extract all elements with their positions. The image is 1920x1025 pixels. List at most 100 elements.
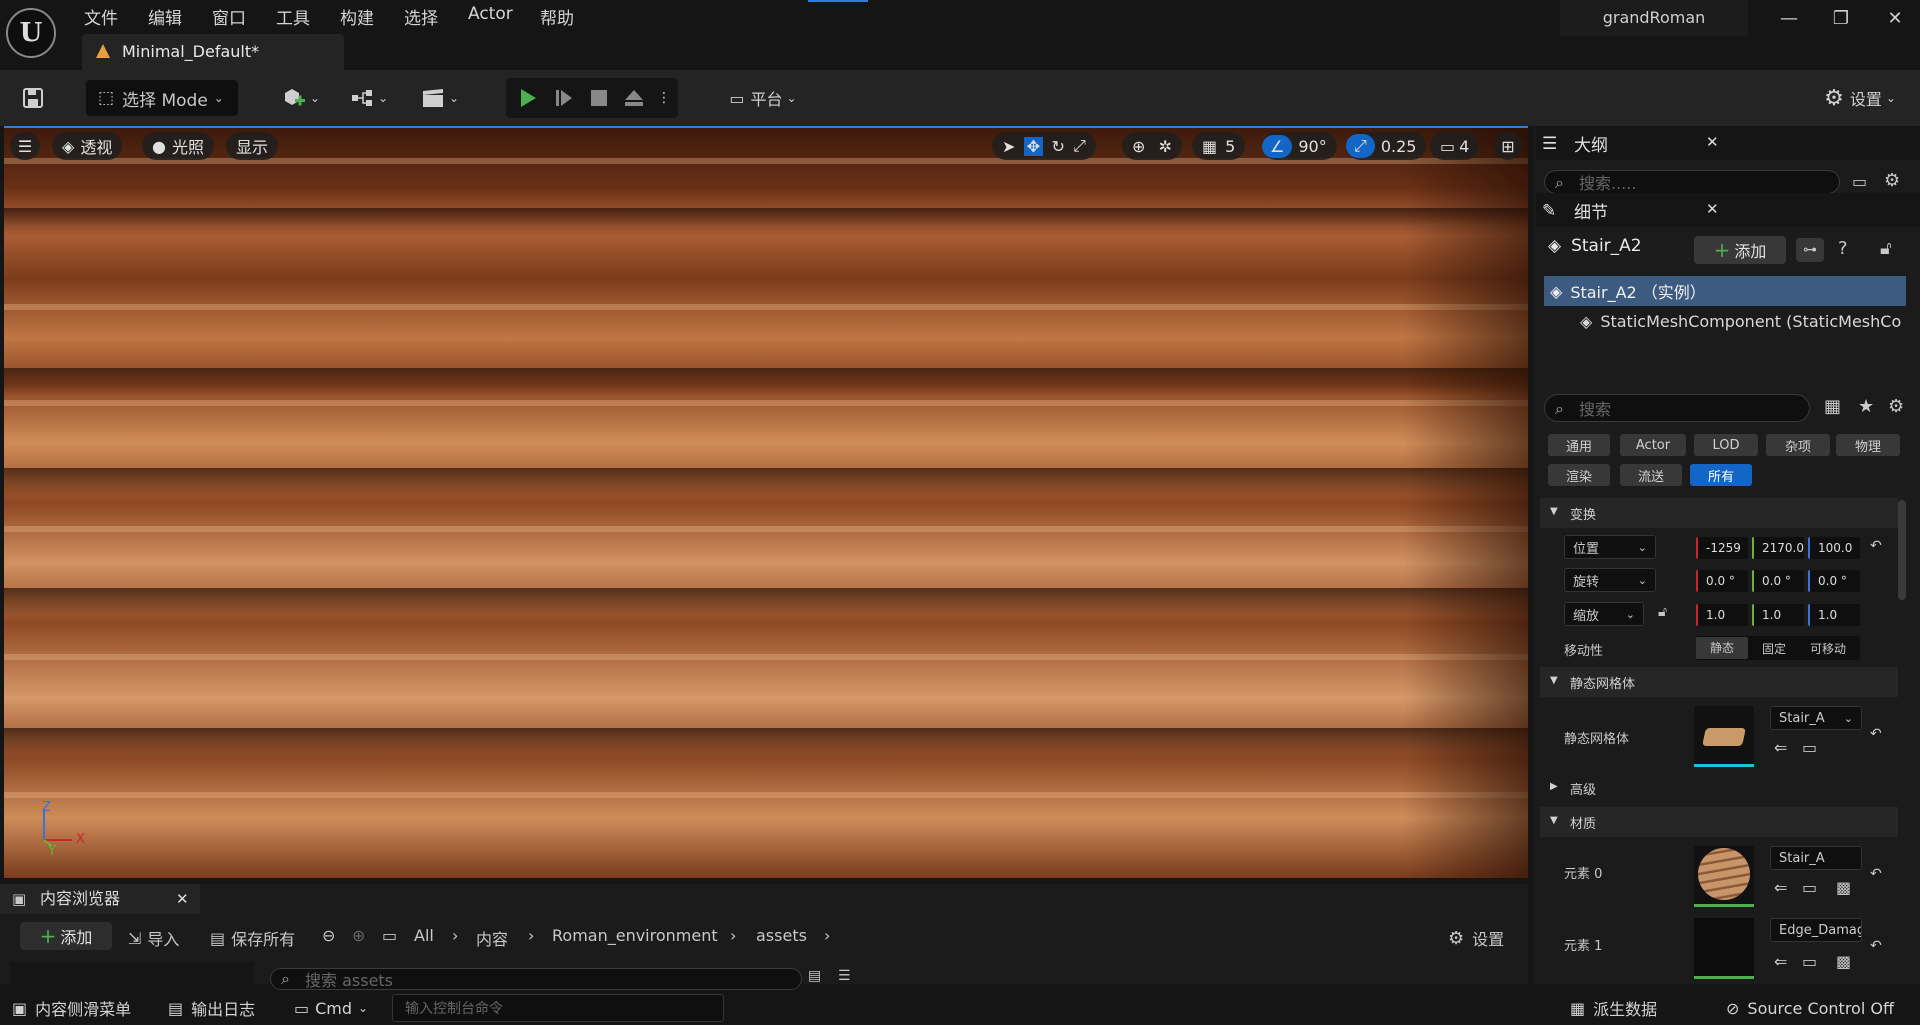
console-input[interactable]: 输入控制台命令 bbox=[392, 994, 724, 1022]
back-icon[interactable]: ⊖ bbox=[322, 926, 335, 945]
menu-help[interactable]: 帮助 bbox=[540, 4, 574, 29]
cb-add-button[interactable]: + 添加 bbox=[20, 922, 112, 950]
location-z-field[interactable]: 100.0 bbox=[1808, 537, 1860, 559]
filter-all[interactable]: 所有 bbox=[1690, 464, 1752, 486]
globe-icon[interactable]: ⊕ bbox=[1132, 137, 1145, 156]
rotate-icon[interactable]: ↻ bbox=[1051, 137, 1064, 156]
eject-icon[interactable] bbox=[620, 80, 648, 116]
breadcrumb-content[interactable]: 内容 bbox=[476, 926, 508, 950]
camera-speed-button[interactable]: ▭ 4 bbox=[1430, 132, 1480, 160]
menu-build[interactable]: 构建 bbox=[340, 4, 374, 29]
browse-icon[interactable]: ▭ bbox=[1802, 738, 1817, 757]
element1-dropdown[interactable]: Edge_Damaged bbox=[1770, 918, 1862, 942]
folder-icon[interactable]: ▭ bbox=[382, 926, 397, 945]
source-control-button[interactable]: ⊘ Source Control Off bbox=[1726, 994, 1894, 1022]
level-viewport[interactable] bbox=[4, 128, 1528, 878]
location-dropdown[interactable]: 位置 ⌄ bbox=[1564, 535, 1656, 559]
close-icon[interactable]: ✕ bbox=[1706, 200, 1719, 218]
content-browser-tab[interactable]: 内容浏览器 bbox=[0, 884, 200, 914]
element0-thumbnail[interactable] bbox=[1694, 846, 1754, 907]
layout-icon[interactable]: ⊞ bbox=[1494, 132, 1522, 160]
perspective-button[interactable]: ◈ 透视 bbox=[52, 132, 123, 160]
reset-icon[interactable]: ↶ bbox=[1870, 866, 1882, 882]
rotation-y-field[interactable]: 0.0 ° bbox=[1752, 570, 1804, 592]
scale-icon[interactable]: ⤢ bbox=[1073, 136, 1086, 156]
advanced-section[interactable]: ▶ 高级 bbox=[1540, 773, 1898, 803]
help-icon[interactable]: ? bbox=[1838, 238, 1848, 259]
settings-button[interactable]: ⚙ 设置 ⌄ bbox=[1812, 80, 1908, 116]
minimize-icon[interactable]: — bbox=[1774, 8, 1804, 29]
mobility-static[interactable]: 静态 bbox=[1696, 637, 1748, 659]
surface-snap-icon[interactable]: ✲ bbox=[1159, 137, 1172, 156]
table-view-icon[interactable]: ▦ bbox=[1824, 396, 1841, 417]
menu-select[interactable]: 选择 bbox=[404, 4, 438, 29]
advance-frame-icon[interactable] bbox=[550, 80, 578, 116]
close-window-icon[interactable]: ✕ bbox=[1880, 8, 1910, 29]
element1-thumbnail[interactable] bbox=[1694, 918, 1754, 979]
scale-snap-button[interactable]: ⤢ 0.25 bbox=[1346, 132, 1427, 160]
cb-settings-button[interactable]: ⚙ 设置 bbox=[1448, 926, 1504, 950]
import-button[interactable]: ⇲ 导入 bbox=[128, 926, 179, 950]
static-mesh-dropdown[interactable]: Stair_A ⌄ bbox=[1770, 706, 1862, 730]
restore-icon[interactable]: ❐ bbox=[1826, 8, 1856, 29]
scale-dropdown[interactable]: 缩放 ⌄ bbox=[1564, 602, 1644, 626]
output-log-button[interactable]: ▤ 输出日志 bbox=[168, 994, 255, 1022]
mobility-stationary[interactable]: 固定 bbox=[1748, 640, 1800, 657]
mobility-movable[interactable]: 可移动 bbox=[1800, 640, 1856, 657]
star-icon[interactable]: ★ bbox=[1858, 396, 1874, 417]
filter-actor[interactable]: Actor bbox=[1620, 434, 1686, 456]
materials-section[interactable]: ▼ 材质 bbox=[1540, 807, 1898, 837]
folder-icon[interactable]: ▭ bbox=[1852, 172, 1867, 191]
component-tree-root[interactable]: ◈ Stair_A2 （实例） bbox=[1544, 276, 1906, 306]
menu-actor[interactable]: Actor bbox=[468, 4, 513, 24]
gear-icon[interactable]: ⚙ bbox=[1884, 170, 1900, 191]
play-options-icon[interactable]: ⋮ bbox=[656, 80, 672, 116]
platform-button[interactable]: ▭ 平台 ⌄ bbox=[718, 80, 808, 116]
lighting-button[interactable]: ● 光照 bbox=[142, 132, 214, 160]
checker-icon[interactable]: ▩ bbox=[1836, 878, 1851, 897]
menu-window[interactable]: 窗口 bbox=[212, 4, 246, 29]
static-mesh-section[interactable]: ▼ 静态网格体 bbox=[1540, 667, 1898, 697]
mode-select[interactable]: ⬚ 选择 Mode ⌄ bbox=[86, 80, 238, 116]
filter-misc[interactable]: 杂项 bbox=[1766, 434, 1830, 456]
details-search-input[interactable]: ⌕ 搜索 bbox=[1544, 394, 1810, 422]
lock-icon[interactable]: 🔓︎ bbox=[1658, 604, 1667, 620]
level-tab[interactable]: Minimal_Default* bbox=[82, 34, 344, 70]
close-icon[interactable]: ✕ bbox=[176, 890, 189, 908]
use-selected-icon[interactable]: ⇐ bbox=[1774, 878, 1787, 897]
add-actor-button[interactable]: ⌄ bbox=[276, 80, 326, 116]
use-selected-icon[interactable]: ⇐ bbox=[1774, 952, 1787, 971]
rotation-x-field[interactable]: 0.0 ° bbox=[1696, 570, 1748, 592]
save-search-icon[interactable]: ▤ bbox=[808, 968, 821, 984]
sources-panel[interactable] bbox=[10, 962, 254, 984]
blueprint-icon[interactable]: ⊶ bbox=[1796, 238, 1824, 262]
unreal-logo-icon[interactable]: U bbox=[6, 8, 56, 58]
viewport-menu-icon[interactable]: ☰ bbox=[10, 132, 40, 160]
browse-icon[interactable]: ▭ bbox=[1802, 952, 1817, 971]
component-tree-child[interactable]: ◈ StaticMeshComponent (StaticMeshCo bbox=[1580, 306, 1906, 336]
stop-icon[interactable] bbox=[586, 80, 612, 116]
filter-rendering[interactable]: 渲染 bbox=[1548, 464, 1610, 486]
save-icon[interactable] bbox=[16, 80, 50, 116]
rotation-dropdown[interactable]: 旋转 ⌄ bbox=[1564, 568, 1656, 592]
blueprint-button[interactable]: ⌄ bbox=[344, 80, 394, 116]
show-button[interactable]: 显示 bbox=[226, 132, 279, 160]
cinematics-button[interactable]: ⌄ bbox=[414, 80, 466, 116]
rotation-z-field[interactable]: 0.0 ° bbox=[1808, 570, 1860, 592]
breadcrumb-all[interactable]: All bbox=[414, 926, 434, 945]
filter-lod[interactable]: LOD bbox=[1694, 434, 1758, 456]
menu-edit[interactable]: 编辑 bbox=[148, 4, 182, 29]
checker-icon[interactable]: ▩ bbox=[1836, 952, 1851, 971]
cmd-dropdown[interactable]: ▭ Cmd ⌄ bbox=[294, 994, 368, 1022]
outliner-search-input[interactable]: ⌕ 搜索..... bbox=[1544, 170, 1840, 194]
location-y-field[interactable]: 2170.0 bbox=[1752, 537, 1804, 559]
transform-section[interactable]: ▼ 变换 bbox=[1540, 498, 1898, 528]
forward-icon[interactable]: ⊕ bbox=[352, 926, 365, 945]
use-selected-icon[interactable]: ⇐ bbox=[1774, 738, 1787, 757]
filter-physics[interactable]: 物理 bbox=[1836, 434, 1900, 456]
reset-icon[interactable]: ↶ bbox=[1870, 938, 1882, 954]
translate-icon[interactable]: ✥ bbox=[1023, 136, 1044, 156]
reset-icon[interactable]: ↶ bbox=[1870, 726, 1882, 742]
scale-z-field[interactable]: 1.0 bbox=[1808, 604, 1860, 626]
scale-x-field[interactable]: 1.0 bbox=[1696, 604, 1748, 626]
